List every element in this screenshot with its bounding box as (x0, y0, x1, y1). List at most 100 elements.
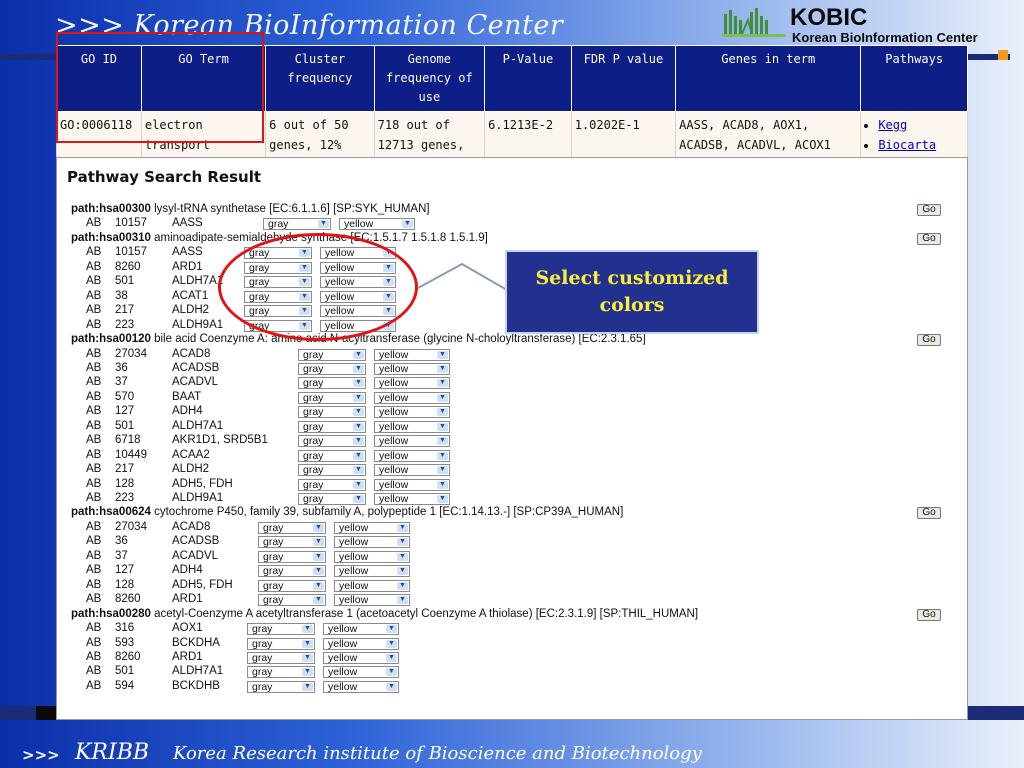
gene-color-select-b[interactable]: yellow ▼ (374, 493, 450, 505)
chevron-down-icon: ▼ (353, 408, 364, 417)
gene-id: 127 (115, 405, 135, 418)
gene-color-select-b[interactable]: yellow ▼ (323, 623, 399, 636)
gene-color-select-a[interactable]: gray ▼ (258, 565, 326, 578)
gene-color-select-a[interactable]: gray ▼ (258, 594, 326, 607)
chevron-down-icon: ▼ (437, 422, 448, 431)
pathway-header: path:hsa00624 cytochrome P450, family 39… (71, 506, 623, 518)
chevron-down-icon: ▼ (353, 480, 364, 489)
gene-color-select-b[interactable]: yellow ▼ (334, 536, 410, 549)
select-value: yellow (379, 406, 409, 419)
gene-id: 36 (115, 361, 128, 374)
gene-color-select-a[interactable]: gray ▼ (258, 579, 326, 592)
gene-color-select-a[interactable]: gray ▼ (247, 651, 315, 664)
col-p-value: P-Value (484, 45, 572, 112)
footer-prefix: >>> (22, 746, 60, 764)
select-value: gray (303, 493, 324, 505)
gene-color-select-b[interactable]: yellow ▼ (334, 550, 410, 563)
select-value: gray (303, 391, 324, 404)
go-button[interactable]: Go (917, 507, 941, 520)
gene-name: AOX1 (172, 622, 203, 635)
go-button[interactable]: Go (917, 232, 941, 245)
divider-accent (998, 50, 1008, 60)
annotation-callout: Select customized colors (505, 250, 759, 334)
gene-color-select-a[interactable]: gray ▼ (298, 406, 366, 419)
chevron-down-icon: ▼ (437, 466, 448, 475)
gene-color-select-a[interactable]: gray ▼ (298, 464, 366, 477)
gene-color-select-b[interactable]: yellow ▼ (334, 521, 410, 534)
gene-color-select-a[interactable]: gray ▼ (247, 680, 315, 693)
gene-color-select-b[interactable]: yellow ▼ (334, 565, 410, 578)
gene-color-select-b[interactable]: yellow ▼ (334, 579, 410, 592)
callout-line-1: Select customized (535, 267, 729, 289)
gene-name: AASS (172, 217, 203, 230)
gene-color-select-a[interactable]: gray ▼ (298, 362, 366, 375)
gene-ab: AB (86, 347, 102, 360)
gene-ab: AB (86, 535, 102, 548)
gene-ab: AB (86, 477, 102, 490)
gene-color-select-b[interactable]: yellow ▼ (334, 594, 410, 607)
chevron-down-icon: ▼ (302, 668, 313, 677)
gene-color-select-a[interactable]: gray ▼ (247, 666, 315, 679)
gene-color-select-b[interactable]: yellow ▼ (323, 666, 399, 679)
gene-color-select-b[interactable]: yellow ▼ (323, 637, 399, 650)
select-value: gray (263, 550, 284, 563)
gene-ab: AB (86, 217, 102, 230)
chevron-down-icon: ▼ (313, 538, 324, 547)
go-button[interactable]: Go (917, 608, 941, 621)
kegg-link[interactable]: Kegg (878, 118, 907, 132)
gene-color-select-b[interactable]: yellow ▼ (323, 651, 399, 664)
go-button[interactable]: Go (917, 204, 941, 216)
gene-color-select-a[interactable]: gray ▼ (298, 478, 366, 491)
gene-color-select-b[interactable]: yellow ▼ (374, 420, 450, 433)
gene-color-select-b[interactable]: yellow ▼ (374, 406, 450, 419)
gene-color-select-a[interactable]: gray ▼ (298, 348, 366, 361)
gene-color-select-b[interactable]: yellow ▼ (374, 464, 450, 477)
gene-color-select-a[interactable]: gray ▼ (298, 377, 366, 390)
gene-color-select-b[interactable]: yellow ▼ (374, 377, 450, 390)
select-value: yellow (379, 362, 409, 375)
gene-color-select-b[interactable]: yellow ▼ (374, 362, 450, 375)
gene-ab: AB (86, 246, 102, 259)
gene-color-select-a[interactable]: gray ▼ (298, 420, 366, 433)
gene-color-select-b[interactable]: yellow ▼ (374, 391, 450, 404)
gene-ab: AB (86, 492, 102, 504)
biocarta-link[interactable]: Biocarta (878, 138, 936, 152)
gene-name: ACADSB (172, 361, 220, 374)
go-button[interactable]: Go (917, 334, 941, 347)
gene-color-select-b[interactable]: yellow ▼ (339, 218, 415, 231)
gene-name: ALDH9A1 (172, 318, 224, 331)
gene-color-select-a[interactable]: gray ▼ (263, 218, 331, 231)
gene-color-select-a[interactable]: gray ▼ (298, 493, 366, 505)
gene-color-select-a[interactable]: gray ▼ (258, 536, 326, 549)
gene-ab: AB (86, 260, 102, 273)
chevron-down-icon: ▼ (397, 596, 408, 605)
gene-color-select-b[interactable]: yellow ▼ (374, 435, 450, 448)
chevron-down-icon: ▼ (437, 393, 448, 402)
gene-color-select-b[interactable]: yellow ▼ (374, 449, 450, 462)
gene-color-select-a[interactable]: gray ▼ (298, 391, 366, 404)
gene-name: ACADSB (172, 535, 220, 548)
gene-color-select-a[interactable]: gray ▼ (298, 449, 366, 462)
gene-name: ACAA2 (172, 448, 210, 461)
gene-color-select-a[interactable]: gray ▼ (298, 435, 366, 448)
gene-id: 127 (115, 564, 135, 577)
kobic-logo-icon (722, 8, 786, 37)
chevron-down-icon: ▼ (302, 639, 313, 648)
gene-color-select-b[interactable]: yellow ▼ (323, 680, 399, 693)
gene-name: AASS (172, 246, 203, 259)
logo-subtitle: Korean BioInformation Center (792, 30, 978, 45)
gene-name: ACAD8 (172, 347, 211, 360)
select-value: yellow (379, 435, 409, 448)
chevron-down-icon: ▼ (353, 422, 364, 431)
gene-name: ADH5, FDH (172, 578, 233, 591)
gene-color-select-b[interactable]: yellow ▼ (374, 348, 450, 361)
chevron-down-icon: ▼ (353, 393, 364, 402)
gene-id: 223 (115, 318, 135, 331)
chevron-down-icon: ▼ (313, 552, 324, 561)
gene-color-select-a[interactable]: gray ▼ (247, 623, 315, 636)
gene-color-select-a[interactable]: gray ▼ (258, 521, 326, 534)
select-value: yellow (379, 464, 409, 477)
gene-color-select-a[interactable]: gray ▼ (247, 637, 315, 650)
gene-color-select-b[interactable]: yellow ▼ (374, 478, 450, 491)
gene-color-select-a[interactable]: gray ▼ (258, 550, 326, 563)
